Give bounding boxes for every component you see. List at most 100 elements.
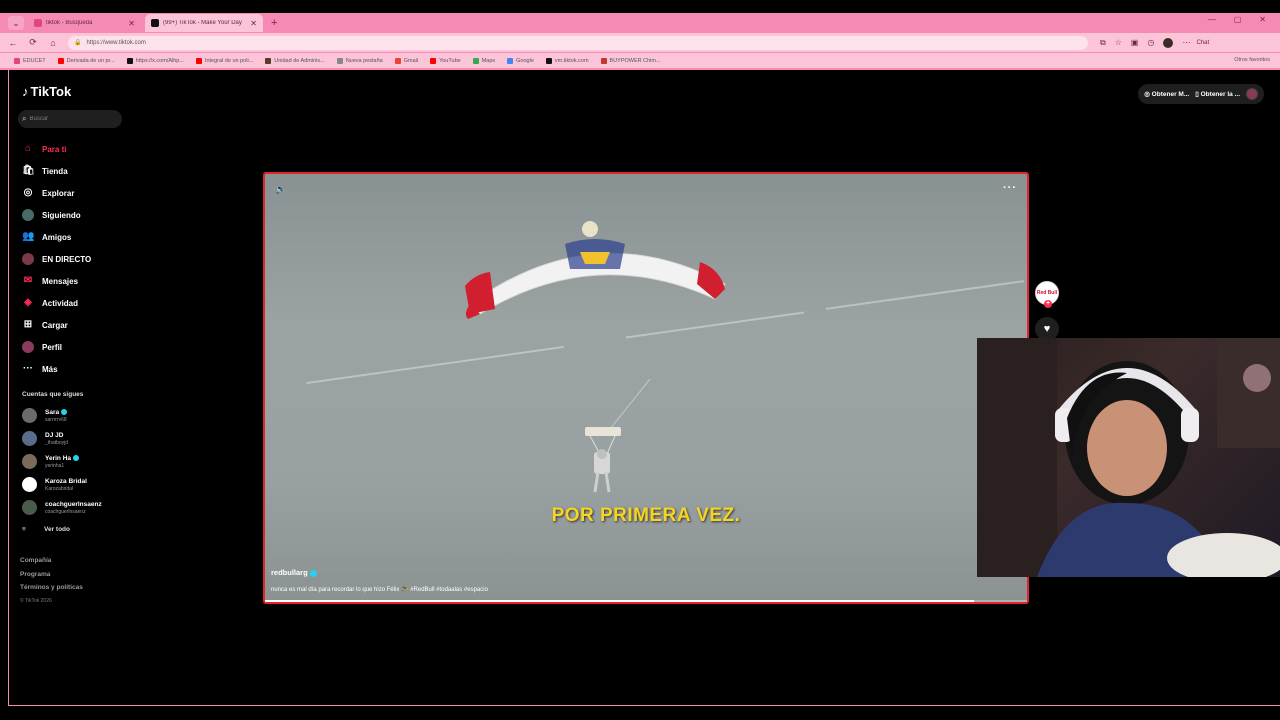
bookmark-item[interactable]: EDUCET <box>14 57 46 64</box>
close-tab-icon[interactable]: ✕ <box>128 19 135 28</box>
get-app-button[interactable]: ▯ Obtener la ... <box>1195 90 1240 98</box>
tiktok-logo[interactable]: ♪ TikTok <box>22 84 71 99</box>
toolbar-icons: ⧉ ☆ ▣ ◷ ⋯ <box>1100 37 1190 48</box>
creator-avatar-logo: Red Bull <box>1036 290 1058 296</box>
sidebar-item-label: Mensajes <box>42 276 79 286</box>
settings-more-icon[interactable]: ⋯ <box>1182 38 1190 48</box>
new-tab-button[interactable]: + <box>271 17 277 29</box>
bookmark-label: Google <box>516 57 534 64</box>
bookmark-item[interactable]: YouTube <box>430 57 461 64</box>
video-author[interactable]: redbullarg <box>271 568 317 577</box>
sidebar-item-amigos[interactable]: 👥 Amigos <box>22 226 91 248</box>
volume-icon[interactable]: 🔈 <box>275 184 286 195</box>
avatar <box>22 408 37 423</box>
tab-search[interactable]: tiktok - Búsqueda ✕ <box>28 14 141 32</box>
video-actions: Red Bull + ♥ <box>1035 281 1059 341</box>
bookmark-label: BUYPOWER Chim... <box>609 57 661 64</box>
bookmark-label: YouTube <box>439 57 461 64</box>
video-scene <box>465 221 726 493</box>
bookmark-item[interactable]: vm.tiktok.com <box>545 57 589 64</box>
creator-avatar[interactable]: Red Bull + <box>1035 281 1059 308</box>
tab-actions-menu[interactable]: ⌄ <box>8 16 24 30</box>
sidebar-item-tienda[interactable]: 🛍 Tienda <box>22 160 91 182</box>
video-player[interactable]: 🔈 ··· POR PRIMERA VEZ. redbullarg nunca … <box>263 172 1029 604</box>
browser-profile-avatar[interactable] <box>1163 37 1174 48</box>
upload-icon: ⊞ <box>23 319 33 330</box>
bookmark-item[interactable]: Unidad de Adminis... <box>265 57 325 64</box>
progress-fill <box>265 600 974 602</box>
sidebar-item-label: Siguiendo <box>42 210 81 220</box>
bookmark-label: EDUCET <box>23 57 46 64</box>
account-handle: coachguerlnsaenz <box>45 508 86 515</box>
sidebar-footer: Compañía Programa Términos y políticas ©… <box>20 557 83 604</box>
video-subtitle: POR PRIMERA VEZ. <box>551 505 741 526</box>
following-section-title: Cuentas que sigues <box>22 391 84 398</box>
url-field[interactable]: 🔒 https://www.tiktok.com <box>68 35 1088 50</box>
see-all-button[interactable]: ≡ Ver todo <box>22 526 70 533</box>
sidebar-item-explorar[interactable]: ◎ Explorar <box>22 182 91 204</box>
follow-plus-icon[interactable]: + <box>1044 300 1052 308</box>
sidebar-item-para-ti[interactable]: ⌂ Para ti <box>22 138 91 160</box>
followed-account[interactable]: Karoza Bridal Karozabridal <box>22 473 102 496</box>
home-icon[interactable]: ⌂ <box>46 38 60 48</box>
tab-tiktok[interactable]: (99+) TikTok - Make Your Day ✕ <box>145 14 263 32</box>
bookmark-label: https://x.com/Alhp... <box>135 57 184 64</box>
bookmark-item[interactable]: https://x.com/Alhp... <box>126 57 184 64</box>
close-window-icon[interactable]: ✕ <box>1259 15 1266 24</box>
followed-account[interactable]: coachguerlnsaenz coachguerlnsaenz <box>22 496 102 519</box>
other-favorites[interactable]: Otros favoritos <box>1234 57 1270 63</box>
footer-link-program[interactable]: Programa <box>20 571 83 585</box>
followed-account[interactable]: DJ JD _thatboyjd <box>22 427 102 450</box>
copilot-chat-button[interactable]: Chat <box>1196 40 1209 46</box>
bookmark-item[interactable]: Nueva pestaña <box>336 57 383 64</box>
profile-icon <box>22 341 34 353</box>
account-handle: Karozabridal <box>45 485 74 492</box>
account-handle: sarrrrrv68 <box>45 416 67 423</box>
copyright: © TikTok 2026 <box>20 597 52 604</box>
extensions-icon[interactable]: ⧉ <box>1100 38 1106 48</box>
history-icon[interactable]: ◷ <box>1147 38 1154 48</box>
footer-link-company[interactable]: Compañía <box>20 557 83 571</box>
search-box[interactable]: ⌕ <box>18 110 122 128</box>
bookmark-item[interactable]: Integral de un poli... <box>195 57 254 64</box>
collections-icon[interactable]: ▣ <box>1131 38 1139 48</box>
sidebar-item-cargar[interactable]: ⊞ Cargar <box>22 314 91 336</box>
get-coins-button[interactable]: ◎ Obtener M... <box>1144 90 1189 98</box>
sidebar-item-perfil[interactable]: Perfil <box>22 336 91 358</box>
bookmark-label: Integral de un poli... <box>204 57 254 64</box>
more-options-icon[interactable]: ··· <box>1003 182 1017 194</box>
video-progress-bar[interactable] <box>265 600 1027 602</box>
youtube-favicon-icon <box>195 57 202 64</box>
refresh-icon[interactable]: ⟳ <box>26 37 40 48</box>
sidebar-item-siguiendo[interactable]: Siguiendo <box>22 204 91 226</box>
sidebar-item-mas[interactable]: ··· Más <box>22 358 91 380</box>
close-tab-icon[interactable]: ✕ <box>250 19 257 28</box>
favorites-icon[interactable]: ☆ <box>1115 38 1122 48</box>
followed-account[interactable]: Sara sarrrrrv68 <box>22 404 102 427</box>
bookmark-label: Nueva pestaña <box>345 57 383 64</box>
search-input[interactable] <box>29 116 110 122</box>
bookmark-item[interactable]: BUYPOWER Chim... <box>600 57 661 64</box>
sidebar-item-mensajes[interactable]: ✉ Mensajes <box>22 270 91 292</box>
shop-icon: 🛍 <box>22 165 35 176</box>
avatar <box>22 431 37 446</box>
bookmark-item[interactable]: Gmail <box>394 57 418 64</box>
maximize-icon[interactable]: ▢ <box>1234 15 1242 24</box>
avatar <box>22 500 37 515</box>
bookmark-favicon-icon <box>265 57 272 64</box>
followed-account[interactable]: Yerin Ha yerinha1 <box>22 450 102 473</box>
avatar <box>22 454 37 469</box>
profile-avatar[interactable] <box>1246 88 1258 100</box>
tiktok-note-icon: ♪ <box>22 84 29 99</box>
account-name: DJ JD <box>45 431 64 439</box>
bookmark-label: vm.tiktok.com <box>554 57 589 64</box>
bookmark-item[interactable]: Derivada de un pr... <box>57 57 115 64</box>
sidebar-item-en-directo[interactable]: EN DIRECTO <box>22 248 91 270</box>
footer-link-terms[interactable]: Términos y políticas <box>20 584 83 598</box>
minimize-icon[interactable]: — <box>1208 15 1216 24</box>
back-icon[interactable]: ← <box>6 38 20 48</box>
author-name: redbullarg <box>271 568 308 577</box>
sidebar-item-actividad[interactable]: ◈ Actividad <box>22 292 91 314</box>
bookmark-item[interactable]: Google <box>507 57 534 64</box>
bookmark-item[interactable]: Maps <box>472 57 495 64</box>
